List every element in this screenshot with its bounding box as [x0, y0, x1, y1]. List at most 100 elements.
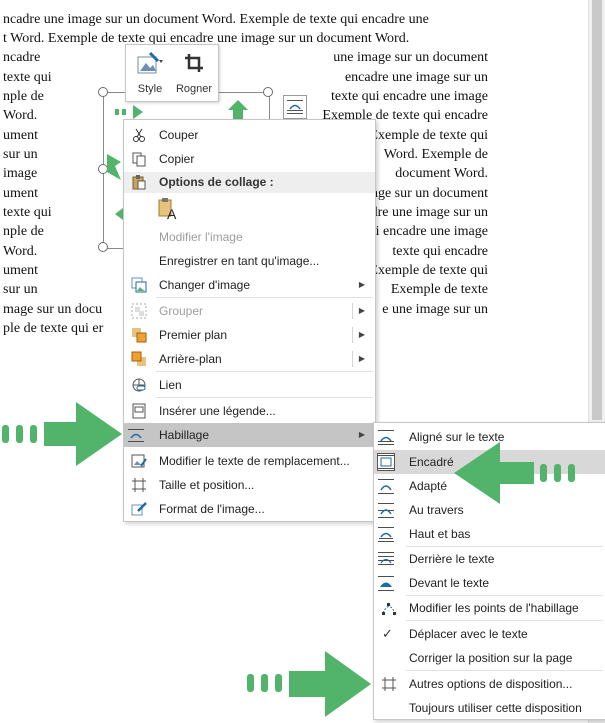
- menu-item-change-image[interactable]: Changer d'image ▶: [124, 273, 375, 297]
- menu-item-wrap-behind[interactable]: Derrière le texte: [374, 547, 605, 571]
- document-line: sur un: [3, 147, 38, 162]
- style-button[interactable]: Style: [128, 49, 172, 99]
- menu-label: Changer d'image: [159, 278, 251, 292]
- menu-item-cut[interactable]: Couper: [124, 123, 375, 147]
- document-line: ument: [3, 128, 38, 143]
- submenu-arrow-icon: ▶: [358, 430, 365, 439]
- menu-label: Adapté: [409, 479, 448, 493]
- alt-text-icon: [131, 454, 147, 468]
- menu-item-bring-to-front[interactable]: Premier plan ▶: [124, 323, 375, 347]
- layout-options-icon[interactable]: [283, 95, 307, 119]
- crop-button[interactable]: Rogner: [172, 49, 216, 99]
- menu-item-insert-caption[interactable]: Insérer une légende...: [124, 399, 375, 423]
- caption-icon: [132, 403, 146, 419]
- document-line-right: texte qui encadre une image: [330, 89, 488, 104]
- paste-text-only-icon: A: [158, 198, 177, 222]
- menu-item-wrap-in-front[interactable]: Devant le texte: [374, 571, 605, 595]
- menu-item-format-image[interactable]: Format de l'image...: [124, 497, 375, 521]
- paste-keep-text-only-button[interactable]: A: [157, 196, 181, 222]
- wrap-tight-icon: [378, 478, 394, 494]
- link-icon: [132, 378, 146, 392]
- submenu-arrow-icon: ▶: [358, 306, 365, 315]
- menu-item-fix-position[interactable]: Corriger la position sur la page: [374, 646, 605, 670]
- resize-handle[interactable]: [98, 242, 108, 252]
- menu-item-save-as-image[interactable]: Enregistrer en tant qu'image...: [124, 249, 375, 273]
- submenu-divider: [352, 351, 353, 367]
- menu-label: Couper: [159, 128, 199, 142]
- scissors-icon: [133, 128, 145, 142]
- menu-label: Premier plan: [159, 328, 228, 342]
- document-line-right: Word. Exemple de: [383, 147, 488, 162]
- document-line: ncadre: [3, 50, 41, 65]
- document-line: texte qui: [3, 205, 52, 220]
- menu-label: Lien: [159, 378, 182, 392]
- menu-item-wrap-text[interactable]: Habillage ▶: [124, 423, 375, 447]
- menu-label: Insérer une légende...: [159, 404, 276, 418]
- menu-label: Derrière le texte: [409, 552, 495, 566]
- document-line-right: document Word.: [395, 166, 488, 181]
- menu-item-send-to-back[interactable]: Arrière-plan ▶: [124, 347, 375, 371]
- submenu-divider: [352, 327, 353, 343]
- menu-item-edit-wrap-points[interactable]: Modifier les points de l'habillage: [374, 596, 605, 620]
- document-line: nple de: [3, 89, 44, 104]
- menu-item-move-with-text[interactable]: ✓ Déplacer avec le texte: [374, 622, 605, 646]
- menu-item-edit-alt-text[interactable]: Modifier le texte de remplacement...: [124, 449, 375, 473]
- menu-item-set-default-layout[interactable]: Toujours utiliser cette disposition: [374, 696, 605, 720]
- menu-item-size-position[interactable]: Taille et position...: [124, 473, 375, 497]
- change-image-icon: [131, 277, 147, 293]
- menu-label: Déplacer avec le texte: [409, 627, 528, 641]
- crop-label: Rogner: [175, 83, 213, 95]
- document-line: texte qui: [3, 70, 52, 85]
- mini-toolbar: Style Rogner: [125, 44, 219, 102]
- document-line-right: Exemple de texte qui: [369, 263, 488, 278]
- menu-item-more-layout-options[interactable]: Autres options de disposition...: [374, 672, 605, 696]
- crop-icon: [185, 54, 203, 72]
- edit-wrap-points-icon: [382, 603, 396, 615]
- size-position-icon: [132, 478, 146, 492]
- menu-label: Devant le texte: [409, 576, 490, 590]
- menu-separator: [156, 371, 373, 372]
- menu-item-group[interactable]: Grouper ▶: [124, 299, 375, 323]
- annotation-arrow-right: [2, 402, 122, 466]
- menu-label: Haut et bas: [409, 527, 471, 541]
- send-backward-icon: [131, 351, 146, 366]
- context-menu: Couper Copier Options de collage : A Mod…: [123, 119, 376, 522]
- annotation-arrow-right-bottom: [247, 651, 371, 717]
- document-line-right: encadre une image sur un: [344, 70, 488, 85]
- document-line-right: une image sur un document: [333, 50, 488, 65]
- menu-item-wrap-top-bottom[interactable]: Haut et bas: [374, 522, 605, 546]
- document-line: ple de texte qui er: [3, 321, 104, 336]
- document-line: sur un: [3, 282, 38, 297]
- menu-separator: [406, 670, 603, 671]
- menu-separator: [156, 397, 373, 398]
- document-line: mage sur un docu: [3, 302, 103, 317]
- menu-label: Modifier le texte de remplacement...: [159, 454, 350, 468]
- menu-label: Corriger la position sur la page: [409, 651, 573, 665]
- menu-label: Taille et position...: [159, 478, 255, 492]
- menu-label: Enregistrer en tant qu'image...: [159, 254, 320, 268]
- wrap-square-icon: [377, 453, 395, 471]
- annotation-arrow-left: [454, 442, 575, 504]
- paste-options-header: Options de collage :: [124, 172, 375, 193]
- menu-label: Encadré: [409, 455, 454, 469]
- menu-label: Format de l'image...: [159, 502, 265, 516]
- scrollbar-thumb[interactable]: [592, 0, 602, 420]
- menu-label: Modifier les points de l'habillage: [409, 601, 579, 615]
- document-line: image: [3, 166, 38, 181]
- group-icon: [131, 303, 147, 319]
- menu-item-edit-image[interactable]: Modifier l'image: [124, 225, 375, 249]
- menu-item-copy[interactable]: Copier: [124, 147, 375, 171]
- menu-label: Toujours utiliser cette disposition: [409, 701, 582, 715]
- wrap-in-front-icon: [378, 575, 394, 591]
- wrap-behind-text-icon: [378, 551, 394, 567]
- wrap-through-icon: [378, 502, 394, 518]
- document-line-right: Exemple de texte: [390, 282, 488, 297]
- bring-forward-icon: [132, 328, 147, 343]
- menu-item-link[interactable]: Lien: [124, 373, 375, 397]
- style-icon: [137, 51, 163, 74]
- menu-label: Habillage: [159, 428, 210, 442]
- menu-label: Autres options de disposition...: [409, 677, 573, 691]
- submenu-arrow-icon: ▶: [358, 280, 365, 289]
- submenu-divider: [352, 303, 353, 319]
- document-line: ument: [3, 186, 38, 201]
